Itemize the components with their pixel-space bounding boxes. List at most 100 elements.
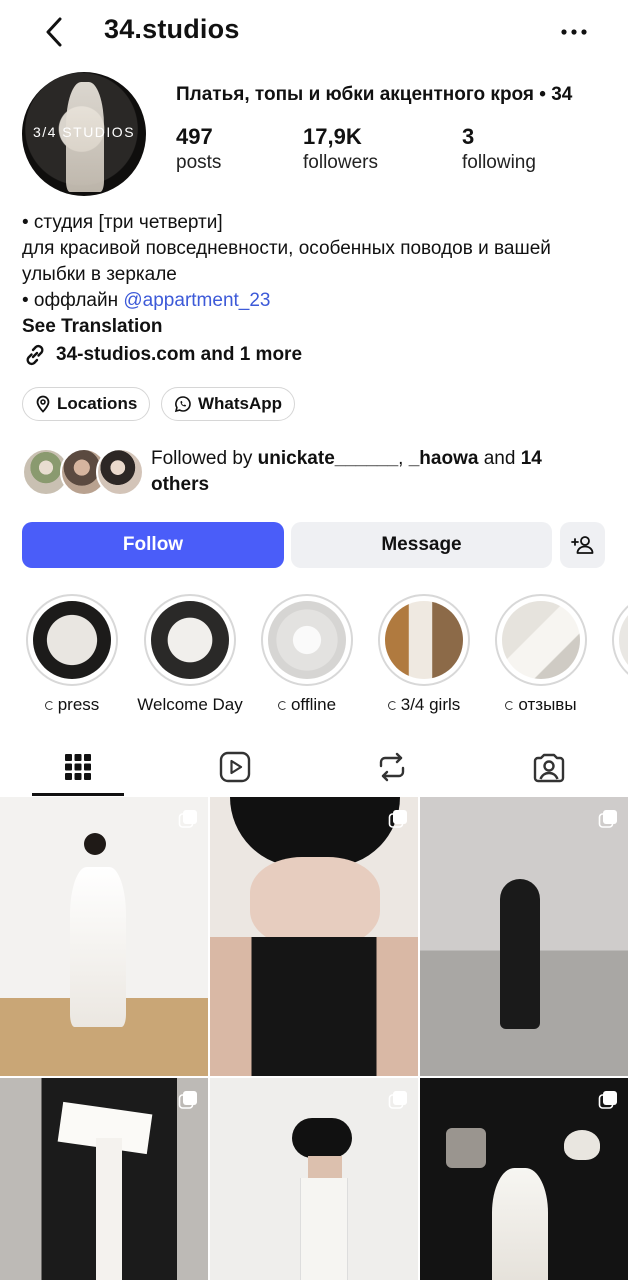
highlight-partial[interactable] [612, 594, 628, 686]
highlight-offline[interactable]: offline [261, 594, 353, 715]
highlight-label-text: 3/4 girls [400, 695, 461, 714]
locations-chip[interactable]: Locations [22, 387, 151, 421]
website-link-text: 34-studios.com and 1 more [56, 344, 303, 365]
posts-grid [0, 797, 628, 1280]
tab-reels[interactable] [205, 744, 265, 790]
highlight-label: 3/4 girls [358, 695, 490, 715]
multi-post-icon [598, 1091, 617, 1109]
add-person-icon [570, 536, 593, 554]
highlight-ring [495, 594, 587, 686]
highlight-ring [261, 594, 353, 686]
stat-followers[interactable]: 17,9K followers [303, 124, 378, 174]
tab-tagged[interactable] [519, 744, 579, 790]
highlight-press[interactable]: press [26, 594, 118, 715]
bio-line: • студия [три четверти] [22, 212, 223, 233]
post-figure-dress [70, 867, 126, 1027]
follow-button[interactable]: Follow [22, 522, 284, 568]
highlight-dot-icon [387, 701, 397, 710]
bio-mention-link[interactable]: @appartment_23 [123, 290, 270, 311]
post-body [210, 937, 418, 1076]
bio-line: для красивой повседневности, особенных п… [22, 238, 551, 285]
highlight-label: press [6, 695, 138, 715]
stat-following-value: 3 [462, 124, 475, 149]
highlight-cover [619, 601, 628, 679]
stat-followers-label: followers [303, 152, 378, 173]
stat-posts-label: posts [176, 152, 222, 173]
post-thumbnail[interactable] [420, 797, 628, 1076]
post-shell [564, 1130, 600, 1160]
whatsapp-chip-label: WhatsApp [198, 394, 283, 413]
post-thumbnail[interactable] [210, 1078, 418, 1280]
profile-avatar[interactable]: 3/4 STUDIOS [22, 72, 146, 196]
followed-by-user: _haowa [408, 448, 479, 469]
multi-post-icon [178, 1091, 197, 1109]
profile-header: 34.studios [0, 0, 628, 64]
profile-display-name: Платья, топы и юбки акцентного кроя • 34 [176, 84, 573, 105]
avatar-logo-text: 3/4 STUDIOS [32, 124, 136, 140]
see-translation-link[interactable]: See Translation [22, 316, 162, 338]
highlight-reviews[interactable]: отзывы [495, 594, 587, 715]
whatsapp-icon [174, 396, 191, 413]
suggest-people-button[interactable] [560, 522, 605, 568]
chevron-left-icon [46, 17, 62, 47]
post-bag [492, 1168, 548, 1280]
link-icon [26, 344, 44, 366]
highlight-girls[interactable]: 3/4 girls [378, 594, 470, 715]
post-thumbnail[interactable] [420, 1078, 628, 1280]
highlight-ring [26, 594, 118, 686]
followed-by-avatars[interactable] [22, 448, 144, 496]
highlight-dot-icon [277, 701, 287, 710]
post-waist [308, 1156, 342, 1180]
multi-post-icon [388, 1091, 407, 1109]
stat-posts-value: 497 [176, 124, 213, 149]
more-horizontal-icon [561, 29, 587, 35]
multi-post-icon [598, 810, 617, 828]
highlight-welcome-day[interactable]: Welcome Day [137, 594, 243, 715]
followed-by-text[interactable]: Followed by unickate______, _haowa and 1… [151, 446, 601, 498]
locations-chip-label: Locations [57, 394, 138, 413]
more-button[interactable] [556, 18, 592, 46]
highlight-label-text: press [57, 695, 100, 714]
stat-following-label: following [462, 152, 536, 173]
post-thumbnail[interactable] [0, 1078, 208, 1280]
highlight-label: отзывы [475, 695, 607, 715]
stat-posts[interactable]: 497 posts [176, 124, 221, 174]
post-thumbnail[interactable] [0, 797, 208, 1076]
highlight-dot-icon [44, 701, 54, 710]
location-pin-icon [36, 395, 50, 413]
website-link[interactable]: 34-studios.com and 1 more [22, 342, 302, 368]
post-face [250, 857, 380, 947]
stat-followers-value: 17,9K [303, 124, 362, 149]
profile-username: 34.studios [104, 14, 240, 44]
post-figure [500, 879, 540, 1029]
highlight-cover [268, 601, 346, 679]
bio-line: • оффлайн @appartment_23 [22, 288, 612, 314]
highlight-dot-icon [505, 701, 515, 710]
grid-icon [65, 754, 91, 780]
highlight-label-text: Welcome Day [137, 695, 243, 714]
reposts-icon [379, 752, 405, 782]
highlight-ring [612, 594, 628, 686]
post-figure-head [84, 833, 106, 855]
profile-bio: • студия [три четверти] для красивой пов… [22, 210, 612, 314]
post-tray [446, 1128, 486, 1168]
back-button[interactable] [38, 14, 70, 50]
stat-following[interactable]: 3 following [462, 124, 536, 174]
followed-by-user: unickate______ [257, 448, 399, 469]
multi-post-icon [388, 810, 407, 828]
highlight-label-text: offline [290, 695, 337, 714]
post-thumbnail[interactable] [210, 797, 418, 1076]
highlight-ring [378, 594, 470, 686]
post-skirt [300, 1178, 348, 1280]
whatsapp-chip[interactable]: WhatsApp [161, 387, 296, 421]
tab-posts-grid[interactable] [48, 744, 108, 790]
post-belt-tail [96, 1138, 122, 1280]
highlight-cover [151, 601, 229, 679]
tagged-icon [533, 753, 565, 783]
multi-post-icon [178, 810, 197, 828]
tab-reposts[interactable] [362, 744, 422, 790]
highlight-label: Welcome Day [124, 695, 256, 715]
highlight-label: offline [241, 695, 373, 715]
message-button[interactable]: Message [291, 522, 552, 568]
post-top [292, 1118, 352, 1158]
